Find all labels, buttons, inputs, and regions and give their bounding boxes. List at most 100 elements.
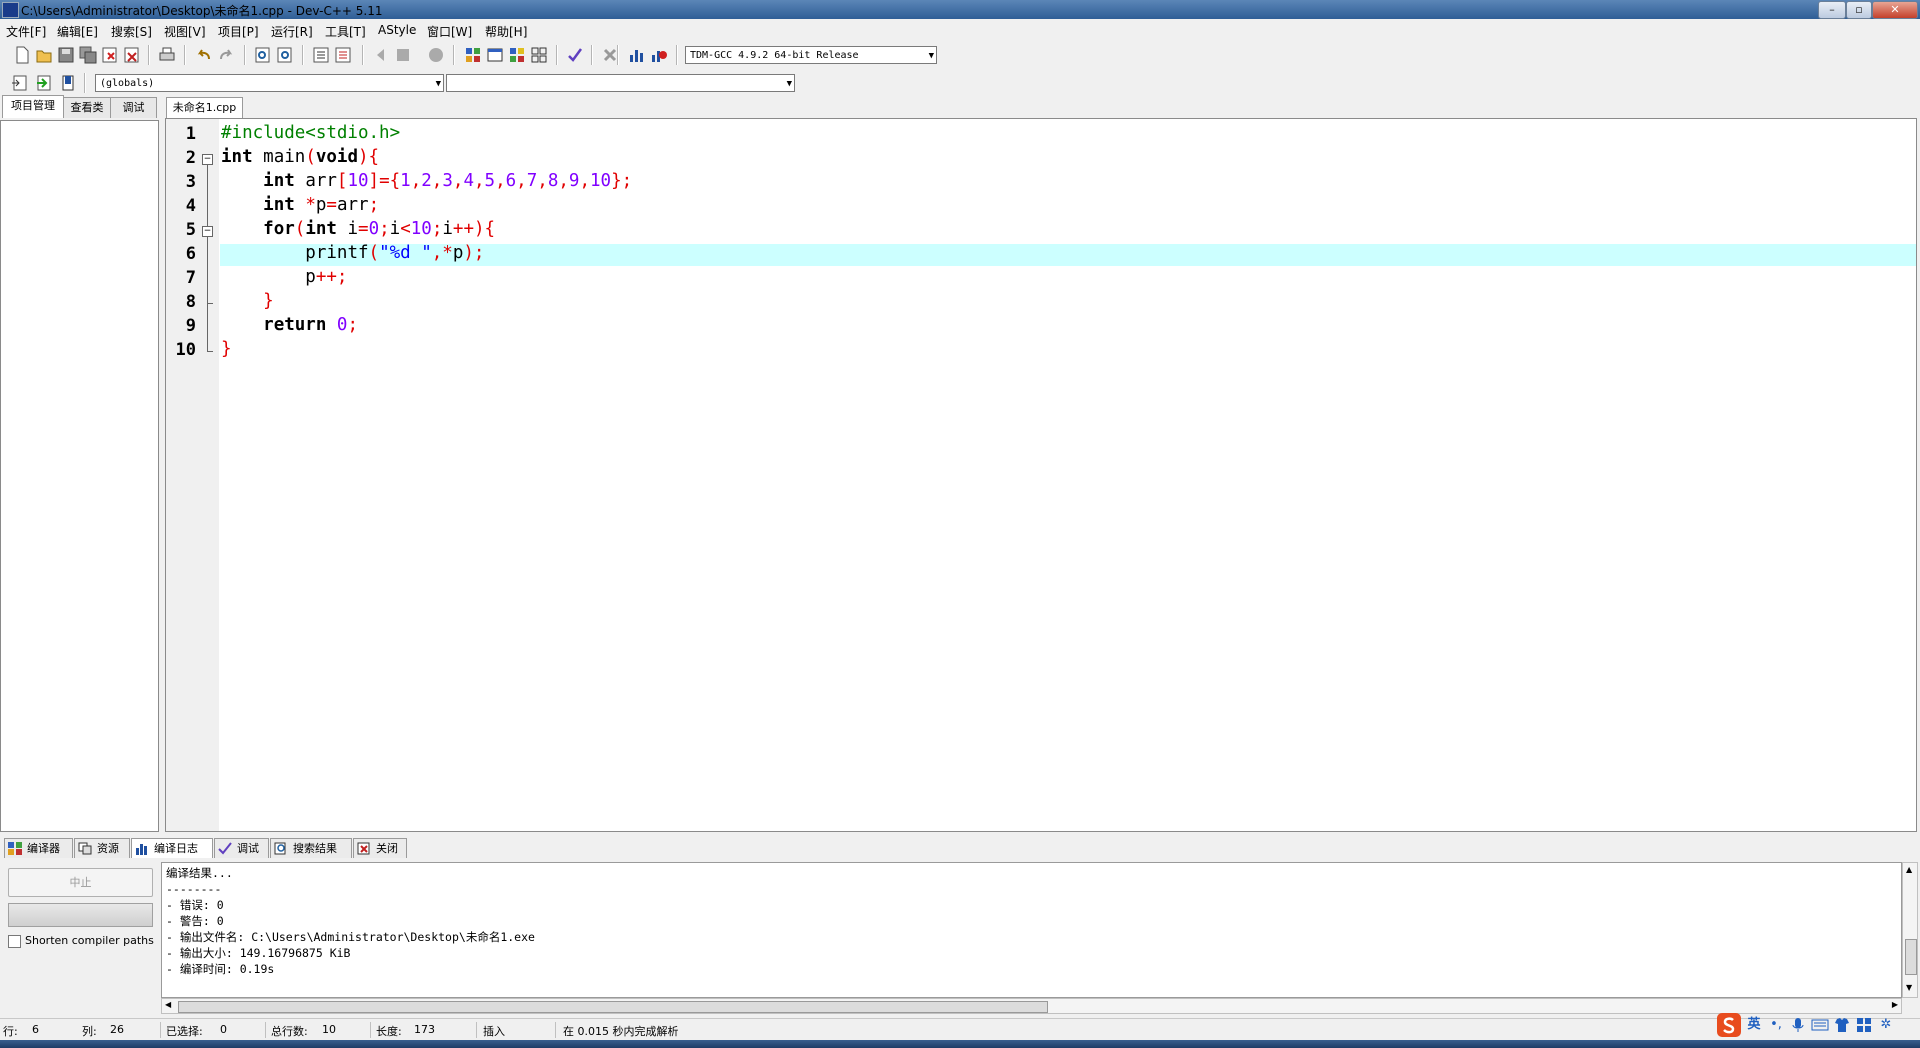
tab-debug-output[interactable]: 调试 — [214, 838, 269, 858]
tab-project-manager[interactable]: 项目管理 — [2, 95, 64, 118]
tab-compile-log-label: 编译日志 — [154, 842, 198, 855]
code-line-2: int main(void){ — [221, 147, 380, 167]
keyboard-icon[interactable] — [1810, 1015, 1830, 1035]
prev-bookmark-icon[interactable] — [371, 45, 391, 65]
menu-file[interactable]: 文件[F] — [6, 23, 46, 40]
status-length-value: 173 — [414, 1023, 435, 1036]
status-col-value: 26 — [110, 1023, 124, 1036]
toggle-comment-icon[interactable] — [426, 45, 446, 65]
abort-button[interactable]: 中止 — [8, 868, 153, 897]
close-all-icon[interactable] — [122, 45, 142, 65]
ime-settings-icon[interactable]: ✲ — [1876, 1015, 1896, 1035]
main-toolbar: TDM-GCC 4.9.2 64-bit Release ▼ — [0, 42, 940, 68]
fold-toggle-icon[interactable]: − — [202, 154, 213, 165]
symbol-select[interactable]: ▼ — [446, 74, 795, 92]
sogou-logo-icon[interactable] — [1716, 1012, 1742, 1038]
code-line-3: int arr[10]={1,2,3,4,5,6,7,8,9,10}; — [263, 171, 633, 191]
editor-tab[interactable]: 未命名1.cpp — [166, 97, 243, 119]
save-icon[interactable] — [56, 45, 76, 65]
title-bar: C:\Users\Administrator\Desktop\未命名1.cpp … — [0, 0, 1920, 19]
code-line-4: int *p=arr; — [263, 195, 380, 215]
compile-log-output[interactable]: 编译结果... -------- - 错误: 0 - 警告: 0 - 输出文件名: C:… — [161, 862, 1902, 998]
log-line: - 输出大小: 149.16796875 KiB — [166, 946, 351, 960]
log-vertical-scrollbar[interactable]: ▲ ▼ — [1902, 862, 1918, 998]
code-line-6: printf("%d ",*p); — [305, 243, 485, 263]
scroll-thumb[interactable] — [1905, 939, 1917, 975]
tab-search-results-label: 搜索结果 — [293, 842, 337, 855]
next-bookmark-icon[interactable] — [393, 45, 413, 65]
save-all-icon[interactable] — [78, 45, 98, 65]
status-line-label: 行: — [3, 1025, 18, 1038]
menu-help[interactable]: 帮助[H] — [485, 23, 527, 40]
line-number: 9 — [185, 316, 196, 336]
run-icon[interactable] — [485, 45, 505, 65]
find-icon[interactable] — [253, 45, 273, 65]
hscroll-thumb[interactable] — [178, 1001, 1048, 1013]
tab-class-browser[interactable]: 查看类 — [63, 97, 111, 118]
menu-astyle[interactable]: AStyle — [378, 23, 416, 37]
shorten-paths-checkbox[interactable]: Shorten compiler paths — [8, 934, 154, 948]
indent-icon[interactable] — [311, 45, 331, 65]
ime-language-toggle[interactable]: 英 — [1744, 1015, 1764, 1035]
menu-tools[interactable]: 工具[T] — [325, 23, 366, 40]
line-number: 3 — [185, 172, 196, 192]
fold-toggle-icon[interactable]: − — [202, 226, 213, 237]
apps-grid-icon[interactable] — [1854, 1015, 1874, 1035]
debug-icon[interactable] — [649, 45, 669, 65]
tab-compile-log[interactable]: 编译日志 — [131, 838, 213, 858]
menu-edit[interactable]: 编辑[E] — [57, 23, 98, 40]
checkbox-box[interactable] — [8, 934, 21, 948]
compiler-select[interactable]: TDM-GCC 4.9.2 64-bit Release ▼ — [685, 46, 937, 64]
compiler-select-value: TDM-GCC 4.9.2 64-bit Release — [690, 50, 859, 61]
close-file-icon[interactable] — [100, 45, 120, 65]
menu-search[interactable]: 搜索[S] — [111, 23, 152, 40]
new-file-icon[interactable] — [12, 45, 32, 65]
tab-search-results[interactable]: 搜索结果 — [270, 838, 352, 858]
tab-debug[interactable]: 调试 — [110, 97, 157, 118]
compile-run-icon[interactable] — [507, 45, 527, 65]
scroll-down-icon[interactable]: ▼ — [1906, 983, 1912, 992]
insert-icon[interactable] — [10, 73, 30, 93]
tab-resources[interactable]: 资源 — [74, 838, 130, 858]
project-tree[interactable] — [0, 120, 159, 832]
log-line: - 输出文件名: C:\Users\Administrator\Desktop\… — [166, 930, 535, 944]
compile-progress-bar — [8, 903, 153, 927]
bookmark-icon[interactable] — [58, 73, 78, 93]
microphone-icon[interactable] — [1788, 1015, 1808, 1035]
goto-icon[interactable] — [34, 73, 54, 93]
bar-chart-icon — [136, 844, 147, 855]
status-bar: 行: 6 列: 26 已选择: 0 总行数: 10 长度: 173 插入 在 0… — [0, 1018, 1920, 1041]
tab-close[interactable]: 关闭 — [353, 838, 407, 858]
log-line: 编译结果... — [166, 866, 233, 880]
line-number: 10 — [175, 340, 196, 360]
menu-run[interactable]: 运行[R] — [271, 23, 313, 40]
rebuild-all-icon[interactable] — [529, 45, 549, 65]
skin-shirt-icon[interactable] — [1832, 1015, 1852, 1035]
redo-icon[interactable] — [216, 45, 236, 65]
open-file-icon[interactable] — [34, 45, 54, 65]
compile-icon[interactable] — [463, 45, 483, 65]
replace-icon[interactable] — [275, 45, 295, 65]
code-editor[interactable]: 1 2 3 4 5 6 7 8 9 10 − − #include<stdio.… — [165, 118, 1917, 832]
scope-select[interactable]: (globals) ▼ — [95, 74, 444, 92]
scroll-left-icon[interactable]: ◀ — [165, 1000, 171, 1009]
menu-project[interactable]: 项目[P] — [218, 23, 259, 40]
menu-view[interactable]: 视图[V] — [164, 23, 206, 40]
syntax-check-icon[interactable] — [565, 45, 585, 65]
punctuation-icon[interactable]: •, — [1766, 1015, 1786, 1035]
scroll-up-icon[interactable]: ▲ — [1906, 865, 1912, 874]
maximize-button[interactable]: ▫ — [1846, 1, 1872, 19]
log-horizontal-scrollbar[interactable]: ◀ ▶ — [161, 998, 1902, 1014]
code-line-10: } — [221, 339, 232, 359]
menu-window[interactable]: 窗口[W] — [427, 23, 472, 40]
ime-toolbar: 英 •, ✲ — [1716, 1012, 1920, 1038]
undo-icon[interactable] — [194, 45, 214, 65]
compiler-icon — [8, 842, 22, 855]
tab-compiler[interactable]: 编译器 — [4, 838, 73, 858]
unindent-icon[interactable] — [333, 45, 353, 65]
profile-chart-icon[interactable] — [627, 45, 647, 65]
print-icon[interactable] — [157, 45, 177, 65]
minimize-button[interactable]: – — [1818, 1, 1846, 19]
scroll-right-icon[interactable]: ▶ — [1892, 1000, 1898, 1009]
close-window-button[interactable]: ✕ — [1872, 1, 1918, 19]
